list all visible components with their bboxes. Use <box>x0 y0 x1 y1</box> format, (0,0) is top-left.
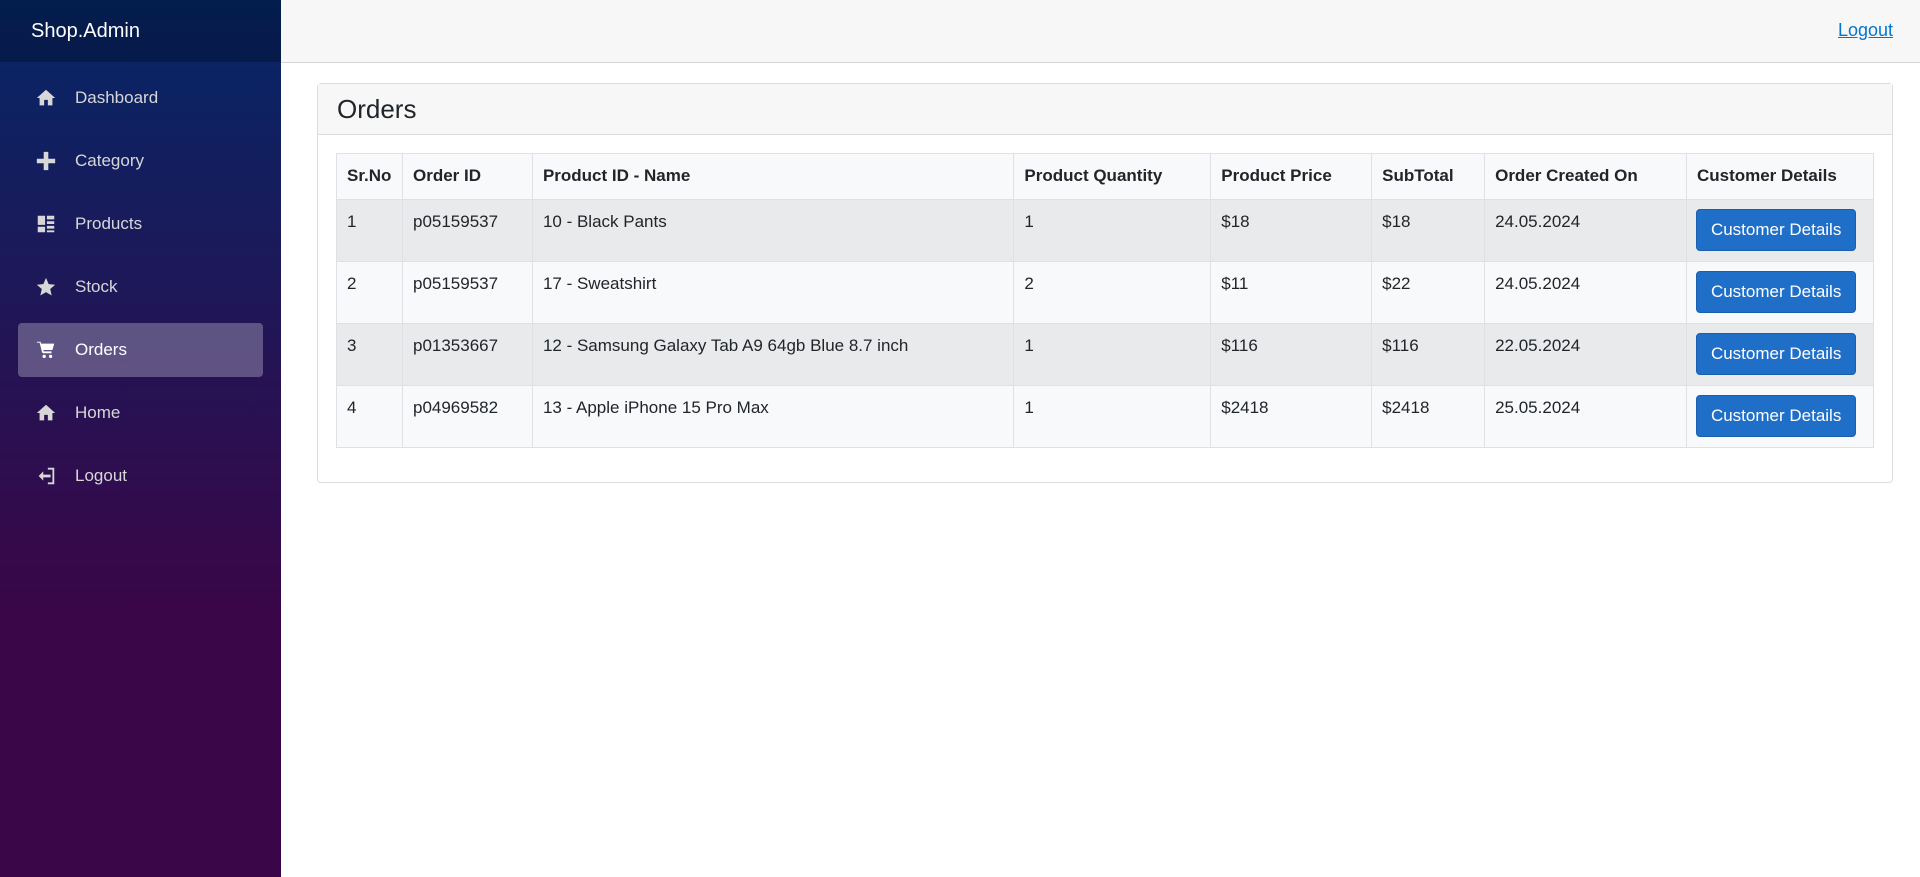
cell-created-on: 22.05.2024 <box>1484 323 1687 386</box>
cell-created-on: 25.05.2024 <box>1484 385 1687 448</box>
cell-order-id: p05159537 <box>401 261 533 324</box>
sidebar-item-stock[interactable]: Stock <box>18 260 263 314</box>
cell-quantity: 2 <box>1013 261 1212 324</box>
home-icon <box>35 87 57 109</box>
cell-quantity: 1 <box>1013 199 1212 262</box>
cell-product: 10 - Black Pants <box>531 199 1015 262</box>
table-header-row: Sr.No Order ID Product ID - Name Product… <box>336 153 1875 200</box>
sidebar-item-label: Stock <box>75 277 118 296</box>
cart-icon <box>35 339 57 361</box>
column-header-quantity: Product Quantity <box>1013 153 1212 200</box>
sidebar-item-label: Orders <box>75 340 127 359</box>
card-body: Sr.No Order ID Product ID - Name Product… <box>318 135 1892 466</box>
orders-card: Orders Sr.No Order ID Product ID - Name … <box>317 83 1893 483</box>
sidebar-item-label: Dashboard <box>75 88 159 107</box>
sidebar-nav: Dashboard Category Products Stock Orders <box>0 71 281 503</box>
cell-price: $11 <box>1210 261 1373 324</box>
table-row: 1 p05159537 10 - Black Pants 1 $18 $18 2… <box>336 199 1875 262</box>
sidebar-item-logout[interactable]: Logout <box>18 449 263 503</box>
brand-title[interactable]: Shop.Admin <box>0 0 281 62</box>
cell-subtotal: $116 <box>1371 323 1486 386</box>
card-header: Orders <box>318 84 1892 135</box>
page-title: Orders <box>337 93 417 124</box>
cell-action: Customer Details <box>1685 261 1875 324</box>
cell-subtotal: $18 <box>1371 199 1486 262</box>
sidebar-item-label: Logout <box>75 466 127 485</box>
customer-details-button[interactable]: Customer Details <box>1695 209 1857 251</box>
dashboard-grid-icon <box>35 213 57 235</box>
customer-details-button[interactable]: Customer Details <box>1695 333 1857 375</box>
column-header-price: Product Price <box>1210 153 1373 200</box>
cell-srno: 3 <box>336 323 403 386</box>
cell-price: $116 <box>1210 323 1373 386</box>
cell-product: 17 - Sweatshirt <box>531 261 1015 324</box>
sidebar-item-orders[interactable]: Orders <box>18 323 263 377</box>
cell-action: Customer Details <box>1685 385 1875 448</box>
home-icon <box>35 402 57 424</box>
logout-icon <box>35 465 57 487</box>
column-header-product: Product ID - Name <box>531 153 1015 200</box>
star-icon <box>35 276 57 298</box>
cell-subtotal: $22 <box>1371 261 1486 324</box>
sidebar-item-label: Category <box>75 151 144 170</box>
cell-quantity: 1 <box>1013 385 1212 448</box>
top-bar: Logout <box>281 0 1920 63</box>
table-row: 4 p04969582 13 - Apple iPhone 15 Pro Max… <box>336 385 1875 448</box>
sidebar-item-products[interactable]: Products <box>18 197 263 251</box>
column-header-created-on: Order Created On <box>1484 153 1687 200</box>
column-header-customer-details: Customer Details <box>1685 153 1875 200</box>
cell-action: Customer Details <box>1685 199 1875 262</box>
cell-quantity: 1 <box>1013 323 1212 386</box>
logout-link[interactable]: Logout <box>1838 20 1893 41</box>
cell-order-id: p05159537 <box>401 199 533 262</box>
orders-table: Sr.No Order ID Product ID - Name Product… <box>336 153 1875 448</box>
cell-price: $2418 <box>1210 385 1373 448</box>
table-row: 2 p05159537 17 - Sweatshirt 2 $11 $22 24… <box>336 261 1875 324</box>
cell-subtotal: $2418 <box>1371 385 1486 448</box>
cell-order-id: p01353667 <box>401 323 533 386</box>
table-row: 3 p01353667 12 - Samsung Galaxy Tab A9 6… <box>336 323 1875 386</box>
customer-details-button[interactable]: Customer Details <box>1695 395 1857 437</box>
column-header-order-id: Order ID <box>401 153 533 200</box>
customer-details-button[interactable]: Customer Details <box>1695 271 1857 313</box>
sidebar: Shop.Admin Dashboard Category Products S… <box>0 0 281 877</box>
cell-srno: 1 <box>336 199 403 262</box>
cell-product: 12 - Samsung Galaxy Tab A9 64gb Blue 8.7… <box>531 323 1015 386</box>
cell-price: $18 <box>1210 199 1373 262</box>
cell-srno: 2 <box>336 261 403 324</box>
sidebar-item-home[interactable]: Home <box>18 386 263 440</box>
sidebar-item-category[interactable]: Category <box>18 134 263 188</box>
plus-icon <box>35 150 57 172</box>
cell-srno: 4 <box>336 385 403 448</box>
sidebar-item-label: Home <box>75 403 121 422</box>
column-header-srno: Sr.No <box>336 153 403 200</box>
cell-action: Customer Details <box>1685 323 1875 386</box>
column-header-subtotal: SubTotal <box>1371 153 1486 200</box>
sidebar-item-label: Products <box>75 214 143 233</box>
cell-created-on: 24.05.2024 <box>1484 261 1687 324</box>
cell-product: 13 - Apple iPhone 15 Pro Max <box>531 385 1015 448</box>
cell-order-id: p04969582 <box>401 385 533 448</box>
sidebar-item-dashboard[interactable]: Dashboard <box>18 71 263 125</box>
cell-created-on: 24.05.2024 <box>1484 199 1687 262</box>
